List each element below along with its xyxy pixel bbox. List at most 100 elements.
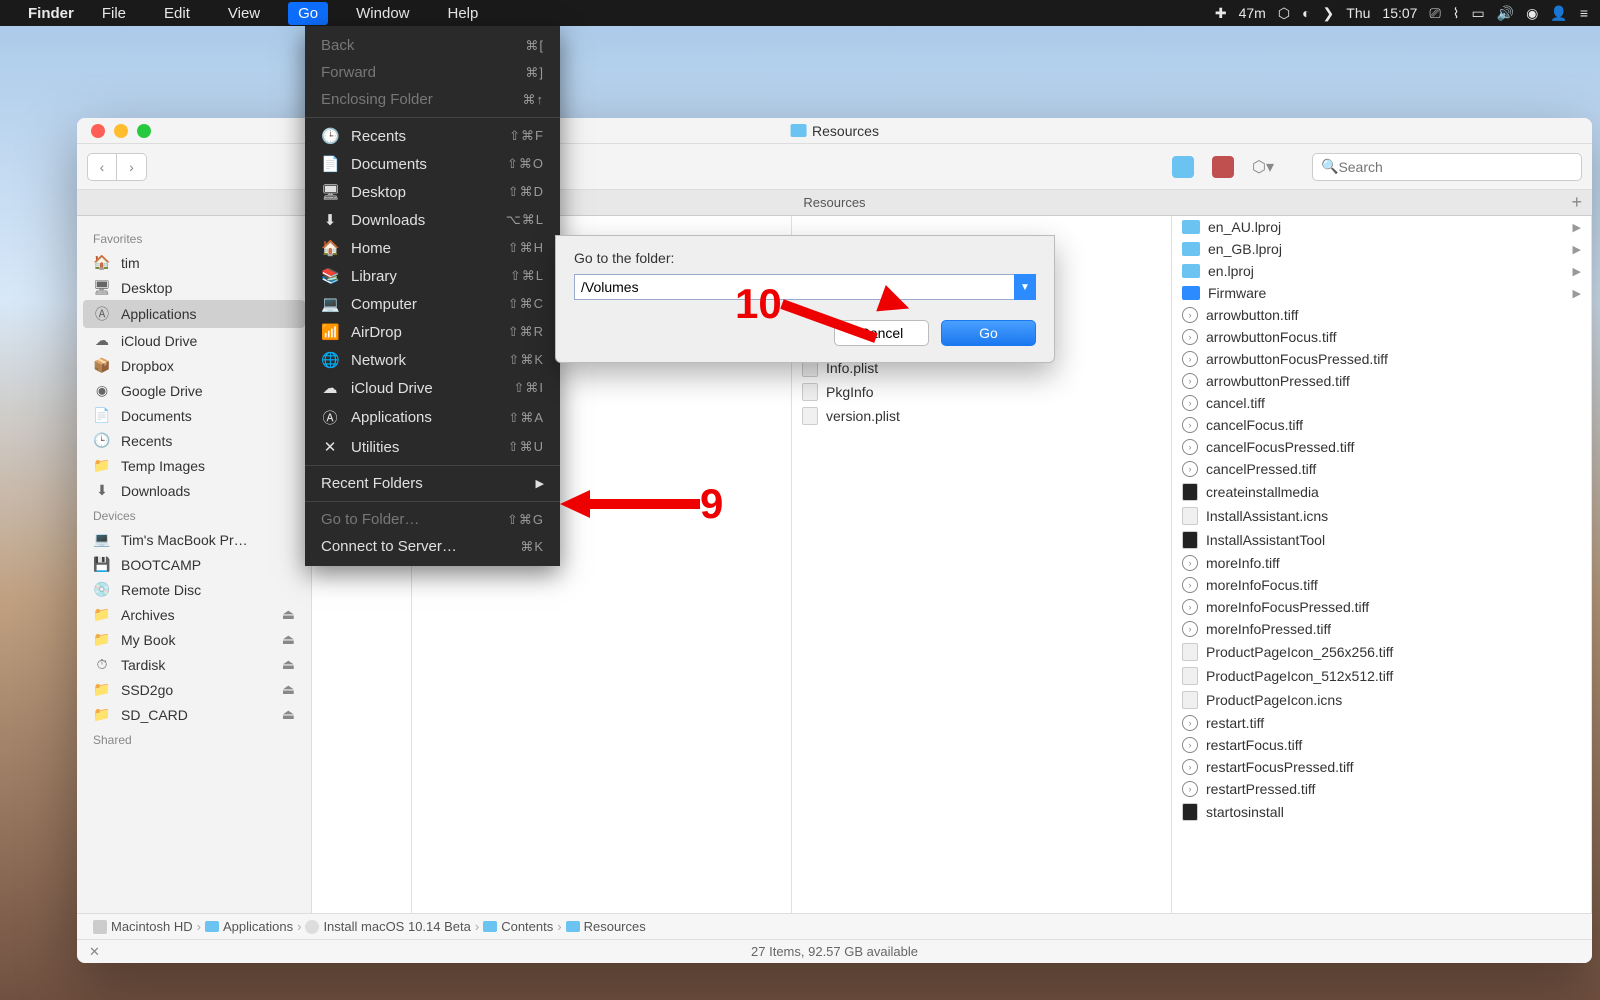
sidebar-item-desktop[interactable]: 🖥Desktop — [77, 275, 311, 300]
menu-documents[interactable]: 📄Documents⇧⌘O — [305, 150, 560, 178]
eject-icon[interactable]: ⏏ — [282, 656, 295, 673]
file-item[interactable]: en_GB.lproj▶ — [1172, 238, 1591, 260]
dropbox-icon[interactable]: ⬡ — [1278, 5, 1290, 22]
file-item[interactable]: ›arrowbutton.tiff — [1172, 304, 1591, 326]
display-icon[interactable]: ⎚ — [1429, 5, 1440, 22]
menu-icloud-drive[interactable]: ☁iCloud Drive⇧⌘I — [305, 374, 560, 402]
file-item[interactable]: ›cancelPressed.tiff — [1172, 458, 1591, 480]
menu-connect-to-server[interactable]: Connect to Server… ⌘K — [305, 533, 560, 560]
file-item[interactable]: ProductPageIcon.icns — [1172, 688, 1591, 712]
search-input[interactable] — [1338, 159, 1573, 175]
siri-icon[interactable]: ◉ — [1526, 5, 1538, 22]
dropbox-toolbar-icon[interactable]: ⬡▾ — [1252, 157, 1274, 177]
sidebar-item-google-drive[interactable]: ◉Google Drive — [77, 378, 311, 403]
menu-go[interactable]: Go — [288, 2, 328, 25]
menu-window[interactable]: Window — [346, 2, 419, 25]
menu-utilities[interactable]: ✕Utilities⇧⌘U — [305, 433, 560, 461]
file-item[interactable]: ›cancelFocus.tiff — [1172, 414, 1591, 436]
sidebar-device-archives[interactable]: 📁Archives⏏ — [77, 602, 311, 627]
file-item[interactable]: ProductPageIcon_512x512.tiff — [1172, 664, 1591, 688]
file-item[interactable]: ›cancel.tiff — [1172, 392, 1591, 414]
sidebar-item-icloud-drive[interactable]: ☁iCloud Drive — [77, 328, 311, 353]
eject-icon[interactable]: ⏏ — [282, 631, 295, 648]
plus-icon[interactable]: ✚ — [1215, 5, 1227, 22]
menu-recent-folders[interactable]: Recent Folders ▶ — [305, 470, 560, 497]
clock-day[interactable]: Thu — [1346, 5, 1370, 21]
menu-home[interactable]: 🏠Home⇧⌘H — [305, 234, 560, 262]
menu-recents[interactable]: 🕒Recents⇧⌘F — [305, 122, 560, 150]
file-item[interactable]: ›restart.tiff — [1172, 712, 1591, 734]
menu-airdrop[interactable]: 📶AirDrop⇧⌘R — [305, 318, 560, 346]
sidebar-device-bootcamp[interactable]: 💾BOOTCAMP — [77, 552, 311, 577]
combo-dropdown-button[interactable]: ▼ — [1014, 274, 1036, 300]
minimize-button[interactable] — [114, 124, 128, 138]
list-icon[interactable]: ≡ — [1580, 5, 1588, 21]
sidebar-device-tim-s-macbook-pr-[interactable]: 💻Tim's MacBook Pr… — [77, 527, 311, 552]
zoom-button[interactable] — [137, 124, 151, 138]
file-item[interactable]: ›cancelFocusPressed.tiff — [1172, 436, 1591, 458]
sidebar-device-my-book[interactable]: 📁My Book⏏ — [77, 627, 311, 652]
menu-go-to-folder[interactable]: Go to Folder… ⇧⌘G — [305, 506, 560, 533]
path-segment[interactable]: Applications — [205, 919, 293, 934]
status-icon[interactable]: ◐ — [1302, 5, 1310, 21]
menu-applications[interactable]: ⒶApplications⇧⌘A — [305, 402, 560, 433]
file-item[interactable]: ›arrowbuttonFocusPressed.tiff — [1172, 348, 1591, 370]
file-item[interactable]: ›moreInfoFocus.tiff — [1172, 574, 1591, 596]
close-button[interactable] — [91, 124, 105, 138]
file-item[interactable]: ›restartFocusPressed.tiff — [1172, 756, 1591, 778]
chevron-icon[interactable]: ❯ — [1323, 5, 1335, 22]
tab-resources[interactable]: Resources — [803, 195, 865, 210]
file-item[interactable]: en_AU.lproj▶ — [1172, 216, 1591, 238]
sidebar-device-remote-disc[interactable]: 💿Remote Disc — [77, 577, 311, 602]
new-tab-button[interactable]: + — [1571, 192, 1582, 213]
sidebar-item-dropbox[interactable]: 📦Dropbox — [77, 353, 311, 378]
path-segment[interactable]: Resources — [566, 919, 646, 934]
menu-help[interactable]: Help — [438, 2, 489, 25]
menu-computer[interactable]: 💻Computer⇧⌘C — [305, 290, 560, 318]
file-item[interactable]: en.lproj▶ — [1172, 260, 1591, 282]
menu-downloads[interactable]: ⬇Downloads⌥⌘L — [305, 206, 560, 234]
file-item[interactable]: ›restartFocus.tiff — [1172, 734, 1591, 756]
eject-icon[interactable]: ⏏ — [282, 681, 295, 698]
path-segment[interactable]: Macintosh HD — [93, 919, 193, 934]
file-item[interactable]: InstallAssistantTool — [1172, 528, 1591, 552]
menu-view[interactable]: View — [218, 2, 270, 25]
column-4[interactable]: en_AU.lproj▶en_GB.lproj▶en.lproj▶Firmwar… — [1172, 216, 1592, 913]
user-icon[interactable]: 👤 — [1550, 5, 1567, 22]
file-item[interactable]: ›moreInfo.tiff — [1172, 552, 1591, 574]
sidebar-device-tardisk[interactable]: ⏱Tardisk⏏ — [77, 652, 311, 677]
file-item[interactable]: ›moreInfoFocusPressed.tiff — [1172, 596, 1591, 618]
close-path-bar[interactable]: ✕ — [89, 944, 100, 960]
file-item[interactable]: createinstallmedia — [1172, 480, 1591, 504]
file-item[interactable]: PkgInfo — [792, 380, 1171, 404]
menu-library[interactable]: 📚Library⇧⌘L — [305, 262, 560, 290]
volume-icon[interactable]: 🔊 — [1497, 5, 1514, 22]
sidebar-item-applications[interactable]: ⒶApplications — [83, 300, 305, 328]
menu-desktop[interactable]: 🖥Desktop⇧⌘D — [305, 178, 560, 206]
sidebar-device-sd-card[interactable]: 📁SD_CARD⏏ — [77, 702, 311, 727]
path-bar[interactable]: Macintosh HD›Applications›Install macOS … — [77, 913, 1592, 939]
app-name[interactable]: Finder — [28, 5, 74, 22]
file-item[interactable]: ProductPageIcon_256x256.tiff — [1172, 640, 1591, 664]
eject-icon[interactable]: ⏏ — [282, 606, 295, 623]
file-item[interactable]: Firmware▶ — [1172, 282, 1591, 304]
sidebar-item-tim[interactable]: 🏠tim — [77, 250, 311, 275]
menu-network[interactable]: 🌐Network⇧⌘K — [305, 346, 560, 374]
menu-edit[interactable]: Edit — [154, 2, 200, 25]
file-item[interactable]: startosinstall — [1172, 800, 1591, 824]
battery-icon[interactable]: ▭ — [1472, 5, 1485, 22]
battery-text[interactable]: 47m — [1239, 5, 1266, 21]
clock-time[interactable]: 15:07 — [1382, 5, 1417, 21]
sidebar-item-temp-images[interactable]: 📁Temp Images — [77, 453, 311, 478]
file-item[interactable]: ›restartPressed.tiff — [1172, 778, 1591, 800]
path-segment[interactable]: Contents — [483, 919, 553, 934]
wifi-icon[interactable]: ⌇ — [1453, 5, 1460, 22]
sidebar-item-downloads[interactable]: ⬇Downloads — [77, 478, 311, 503]
sidebar-device-ssd2go[interactable]: 📁SSD2go⏏ — [77, 677, 311, 702]
back-button[interactable]: ‹ — [87, 153, 117, 181]
search-field[interactable]: 🔍 — [1312, 153, 1582, 181]
sidebar-item-documents[interactable]: 📄Documents — [77, 403, 311, 428]
menu-file[interactable]: File — [92, 2, 136, 25]
go-button[interactable]: Go — [941, 320, 1036, 346]
eject-icon[interactable]: ⏏ — [282, 706, 295, 723]
